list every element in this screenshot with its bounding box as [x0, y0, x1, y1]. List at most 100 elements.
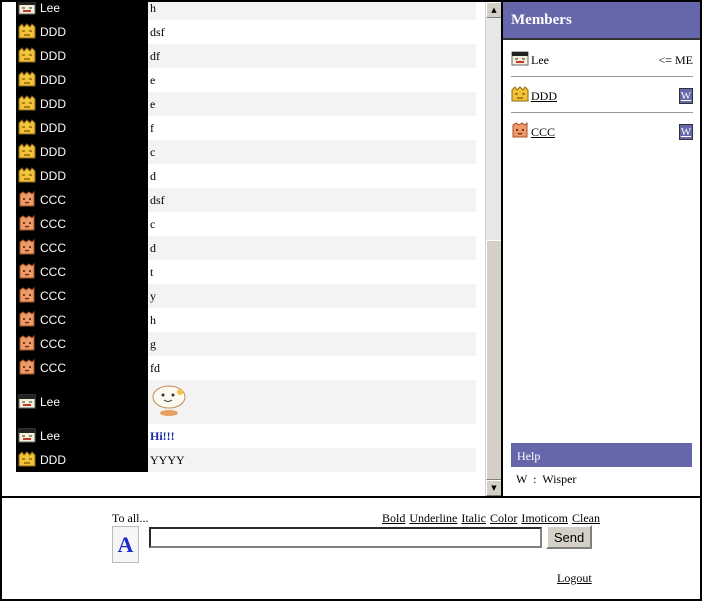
- ccc-face-icon: [18, 190, 36, 210]
- chat-message: e: [148, 68, 476, 92]
- chat-nick-label: DDD: [40, 453, 66, 467]
- ddd-face-icon: [18, 166, 36, 186]
- chat-message: dsf: [148, 20, 476, 44]
- chat-nick: DDD: [16, 92, 148, 116]
- chat-row: Lee Hi!!!: [16, 424, 476, 448]
- members-title: Members: [503, 2, 700, 40]
- member-ddd[interactable]: DDD W: [511, 82, 693, 110]
- ccc-face-icon: [511, 121, 529, 142]
- chat-nick: DDD: [16, 68, 148, 92]
- chat-message-text: e: [150, 96, 156, 111]
- chat-message-text: y: [150, 288, 156, 303]
- ddd-face-icon: [18, 450, 36, 470]
- emoticon-link[interactable]: Imoticom: [521, 511, 568, 525]
- chat-nick-label: DDD: [40, 169, 66, 183]
- ccc-face-icon: [18, 310, 36, 330]
- scroll-thumb[interactable]: [486, 240, 502, 480]
- italic-link[interactable]: Italic: [461, 511, 486, 525]
- chat-nick-label: DDD: [40, 73, 66, 87]
- chat-nick-label: CCC: [40, 313, 66, 327]
- chat-row: DDD df: [16, 44, 476, 68]
- member-separator: [511, 76, 693, 78]
- chat-message: c: [148, 212, 476, 236]
- ccc-face-icon: [18, 214, 36, 234]
- chat-row: CCC y: [16, 284, 476, 308]
- chat-message: YYYY: [148, 448, 476, 472]
- chat-row: DDD e: [16, 68, 476, 92]
- chat-nick: Lee: [16, 2, 148, 20]
- chat-nick-label: DDD: [40, 25, 66, 39]
- chat-nick-label: DDD: [40, 145, 66, 159]
- bold-link[interactable]: Bold: [382, 511, 405, 525]
- chat-nick-label: CCC: [40, 337, 66, 351]
- ddd-face-icon: [18, 118, 36, 138]
- ddd-face-icon: [18, 22, 36, 42]
- chat-nick-label: CCC: [40, 289, 66, 303]
- member-name: Lee: [531, 52, 549, 67]
- chat-message: fd: [148, 356, 476, 380]
- format-toolbar: Bold Underline Italic Color Imoticom Cle…: [382, 511, 601, 526]
- chat-nick-label: CCC: [40, 241, 66, 255]
- member-name-link[interactable]: DDD: [531, 89, 679, 104]
- chat-nick-label: DDD: [40, 49, 66, 63]
- logout-link[interactable]: Logout: [557, 571, 592, 586]
- chat-message: h: [148, 308, 476, 332]
- font-style-icon[interactable]: A: [112, 526, 139, 563]
- input-area: To all... A Bold Underline Italic Color …: [2, 498, 700, 599]
- chat-message-text: t: [150, 264, 154, 279]
- chat-log[interactable]: Lee h DDD dsf DDD df DDD e DDD e DDD f DDD c DDD d CCC ds…: [2, 2, 485, 496]
- member-separator: [511, 112, 693, 114]
- chat-message: dsf: [148, 188, 476, 212]
- chat-message: d: [148, 236, 476, 260]
- chat-message-text: YYYY: [150, 452, 185, 467]
- ccc-face-icon: [18, 334, 36, 354]
- color-link[interactable]: Color: [490, 511, 517, 525]
- chat-message: y: [148, 284, 476, 308]
- chat-nick: CCC: [16, 260, 148, 284]
- chat-row: CCC h: [16, 308, 476, 332]
- member-name-link[interactable]: CCC: [531, 125, 679, 140]
- chat-message-text: d: [150, 168, 156, 183]
- chat-nick-label: DDD: [40, 121, 66, 135]
- chat-row: DDD e: [16, 92, 476, 116]
- chat-row: CCC dsf: [16, 188, 476, 212]
- chat-nick: DDD: [16, 448, 148, 472]
- member-ccc[interactable]: CCC W: [511, 118, 693, 146]
- chat-message-text: Hi!!!: [150, 428, 175, 443]
- chat-scrollbar[interactable]: ▲ ▼: [485, 2, 502, 496]
- chat-nick: CCC: [16, 332, 148, 356]
- chat-message: df: [148, 44, 476, 68]
- chat-row: CCC t: [16, 260, 476, 284]
- send-button[interactable]: Send: [546, 525, 592, 549]
- chat-nick-label: CCC: [40, 193, 66, 207]
- chat-nick-label: CCC: [40, 361, 66, 375]
- whisper-button-ccc[interactable]: W: [679, 124, 693, 140]
- underline-link[interactable]: Underline: [409, 511, 457, 525]
- ddd-face-icon: [18, 46, 36, 66]
- scroll-up-button[interactable]: ▲: [486, 2, 502, 18]
- chat-message: h: [148, 2, 476, 20]
- whisper-button-ddd[interactable]: W: [679, 88, 693, 104]
- lee-face-icon: [18, 427, 36, 446]
- me-tag: <= ME: [658, 52, 693, 67]
- chat-nick: Lee: [16, 424, 148, 448]
- thinking-emoticon-icon: [150, 383, 188, 421]
- chat-nick-label: CCC: [40, 217, 66, 231]
- chat-row: CCC g: [16, 332, 476, 356]
- chat-nick-label: Lee: [40, 395, 61, 409]
- chat-nick: Lee: [16, 380, 148, 424]
- chat-nick: CCC: [16, 308, 148, 332]
- ccc-face-icon: [18, 358, 36, 378]
- chat-nick: DDD: [16, 164, 148, 188]
- scroll-down-button[interactable]: ▼: [486, 480, 502, 496]
- chat-row: DDD d: [16, 164, 476, 188]
- chat-row: Lee h: [16, 2, 476, 20]
- chat-nick: DDD: [16, 20, 148, 44]
- message-input[interactable]: [149, 527, 542, 548]
- ddd-face-icon: [18, 94, 36, 114]
- chat-nick-label: Lee: [40, 429, 61, 443]
- chat-message: f: [148, 116, 476, 140]
- chat-message-text: dsf: [150, 24, 165, 39]
- recipient-label[interactable]: To all...: [112, 511, 149, 526]
- clean-link[interactable]: Clean: [572, 511, 600, 525]
